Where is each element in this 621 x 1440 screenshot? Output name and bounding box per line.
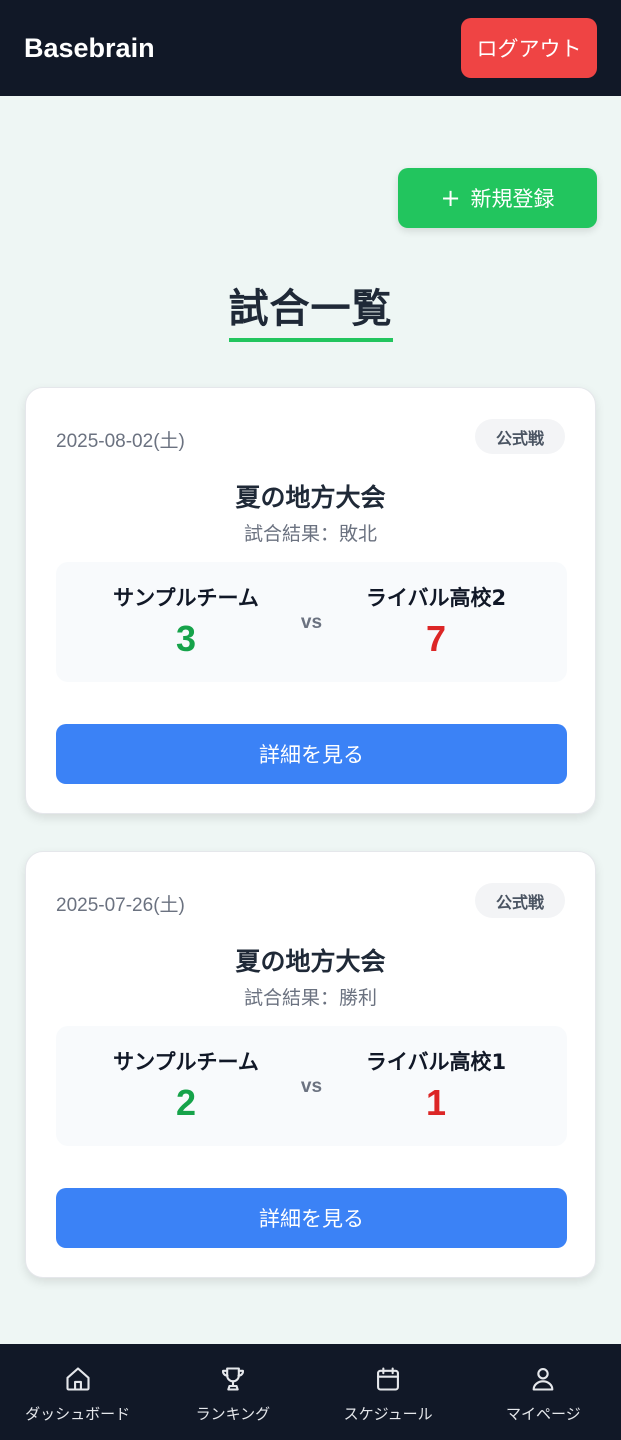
app-header: Basebrain ログアウト (0, 0, 621, 96)
calendar-icon (374, 1365, 402, 1397)
scoreboard: サンプルチーム 2 vs ライバル高校1 1 (56, 1026, 567, 1146)
tournament-name: 夏の地方大会 (235, 947, 386, 976)
match-result: 試合結果：敗北 (243, 523, 377, 545)
tournament-name: 夏の地方大会 (235, 483, 386, 512)
match-date: 2025-07-26(土) (56, 895, 185, 916)
user-icon (529, 1365, 557, 1397)
page-title-wrap: 試合一覧 (0, 276, 621, 342)
logout-button[interactable]: ログアウト (461, 18, 597, 78)
match-type-badge: 公式戦 (475, 883, 565, 918)
away-team-name: ライバル高校1 (365, 1050, 507, 1074)
nav-label-schedule: スケジュール (343, 1404, 433, 1423)
scoreboard: サンプルチーム 3 vs ライバル高校2 7 (56, 562, 567, 682)
view-details-button[interactable]: 詳細を見る (56, 1188, 567, 1248)
away-score: 7 (425, 618, 447, 659)
new-match-button[interactable]: + 新規登録 (398, 168, 597, 228)
away-score: 1 (425, 1082, 447, 1123)
view-details-button[interactable]: 詳細を見る (56, 724, 567, 784)
nav-label-ranking: ランキング (195, 1404, 271, 1423)
new-match-label: 新規登録 (470, 187, 555, 211)
nav-item-mypage[interactable]: マイページ (466, 1344, 621, 1440)
nav-item-dashboard[interactable]: ダッシュボード (0, 1344, 155, 1440)
trophy-icon (219, 1365, 247, 1397)
away-team-name: ライバル高校2 (365, 586, 507, 610)
home-team-name: サンプルチーム (113, 1050, 259, 1074)
page-title: 試合一覧 (228, 276, 393, 342)
nav-label-mypage: マイページ (506, 1404, 581, 1423)
nav-label-dashboard: ダッシュボード (25, 1404, 131, 1423)
match-date: 2025-08-02(土) (56, 431, 185, 452)
home-icon (64, 1365, 92, 1397)
match-type-badge: 公式戦 (475, 419, 565, 454)
bottom-nav: ダッシュボード ランキング スケジュール マイページ (0, 1344, 621, 1440)
app-brand[interactable]: Basebrain (24, 33, 155, 64)
nav-item-schedule[interactable]: スケジュール (311, 1344, 466, 1440)
match-card: 2025-08-02(土) 公式戦 夏の地方大会 試合結果：敗北 サンプルチーム… (25, 387, 596, 814)
match-card: 2025-07-26(土) 公式戦 夏の地方大会 試合結果：勝利 サンプルチーム… (25, 851, 596, 1278)
match-result: 試合結果：勝利 (243, 987, 377, 1009)
nav-item-ranking[interactable]: ランキング (155, 1344, 310, 1440)
plus-icon: + (440, 184, 461, 212)
home-team-name: サンプルチーム (113, 586, 259, 610)
away-team: ライバル高校1 1 (336, 1046, 536, 1124)
away-team: ライバル高校2 7 (336, 582, 536, 660)
